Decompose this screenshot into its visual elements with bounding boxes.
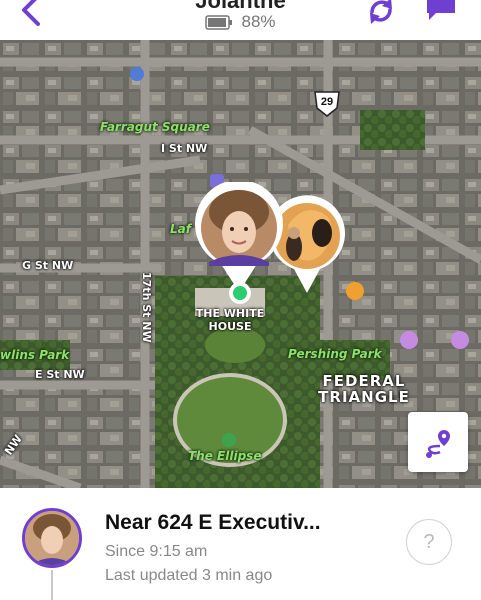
refresh-icon [370, 0, 392, 24]
label-i-st: I St NW [161, 142, 208, 155]
directions-button[interactable] [408, 412, 468, 472]
refresh-button[interactable] [364, 0, 398, 28]
label-pershing-park: Pershing Park [288, 347, 382, 361]
chat-bubble-icon [427, 0, 455, 20]
museum-poi-icon[interactable] [400, 331, 418, 349]
restaurant-poi-icon[interactable] [346, 282, 364, 300]
theater-poi-icon[interactable] [451, 331, 469, 349]
label-e-st: E St NW [35, 368, 85, 381]
jolanthe-location-pin[interactable] [191, 182, 287, 294]
route-29-label: 29 [321, 96, 333, 108]
label-rawlins-park: wlins Park [0, 348, 70, 362]
route-directions-icon [426, 430, 450, 458]
place-name: Near 624 E Executiv... [105, 511, 321, 534]
location-dot-inner [233, 286, 247, 300]
battery-icon [205, 14, 233, 30]
label-g-st: G St NW [22, 259, 74, 272]
avatar-photo [25, 511, 79, 565]
current-location-dot [229, 282, 251, 304]
label-federal-triangle: FEDERAL TRIANGLE [318, 372, 410, 406]
label-lafayette: Laf [170, 222, 191, 236]
app: Jolanthe 88% 29 Farragut Square I St NW … [0, 0, 481, 600]
battery-status: 88% [0, 12, 481, 32]
help-button[interactable]: ? [406, 519, 452, 565]
route-29-shield-icon: 29 [314, 91, 340, 117]
timeline-line [51, 570, 53, 600]
header-bar: Jolanthe 88% [0, 0, 481, 40]
chat-button[interactable] [424, 0, 458, 22]
label-farragut-square: Farragut Square [100, 120, 210, 134]
avatar[interactable] [22, 508, 82, 568]
last-updated: Last updated 3 min ago [105, 567, 273, 584]
map-view[interactable]: 29 Farragut Square I St NW Laf G St NW 1… [0, 40, 481, 488]
battery-percent: 88% [241, 12, 276, 31]
park-poi-icon[interactable] [222, 433, 236, 447]
question-icon: ? [423, 530, 435, 553]
since-time: Since 9:15 am [105, 543, 208, 560]
label-the-ellipse: The Ellipse [188, 449, 262, 463]
location-card[interactable]: Near 624 E Executiv... Since 9:15 am Las… [0, 488, 481, 600]
transit-poi-icon[interactable] [130, 67, 144, 81]
label-white-house: THE WHITE HOUSE [195, 307, 265, 333]
label-17th-st: 17th St NW [140, 272, 153, 343]
